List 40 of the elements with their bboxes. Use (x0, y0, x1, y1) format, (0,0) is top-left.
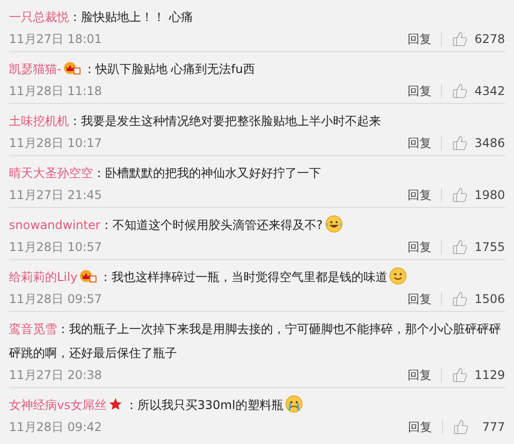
comment-text: 给莉莉的Lily ：我也这样摔碎过一瓶，当时觉得空气里都是钱的味道 (9, 265, 505, 289)
like-count: 1506 (474, 291, 505, 308)
like-icon[interactable] (452, 367, 468, 383)
comment-text: 一只总裁悦：脸快贴地上！！ 心痛 (9, 9, 194, 26)
reply-button[interactable]: 回复 (407, 134, 432, 152)
comment-text: 晴天大圣孙空空：卧槽默默的把我的神仙水又好好拧了一下 (9, 165, 322, 182)
comment-text: 女神经病vs女屌丝 ：所以我只买330ml的塑料瓶 (9, 393, 505, 417)
reply-button[interactable]: 回复 (407, 186, 432, 204)
comment-text: 土味挖机机：我要是发生这种情况绝对要把整张脸贴地上半小时不起来 (9, 113, 382, 130)
comment-text: 凯瑟猫猫- ：快趴下脸贴地 心痛到无法fu西 (9, 59, 256, 78)
reply-button[interactable]: 回复 (407, 238, 432, 256)
like-icon[interactable] (453, 419, 469, 435)
like-count: 777 (481, 419, 505, 436)
like-count: 1980 (474, 187, 505, 204)
comment-date: 11月28日 09:57 (9, 291, 102, 308)
comment-date: 11月27日 18:01 (9, 31, 102, 48)
like-count: 1129 (474, 367, 505, 384)
like-count: 4342 (474, 83, 505, 100)
like-icon[interactable] (452, 187, 468, 203)
comment-date: 11月28日 10:17 (9, 135, 102, 152)
like-icon[interactable] (452, 291, 468, 307)
comment-date: 11月27日 21:45 (9, 187, 102, 204)
like-icon[interactable] (452, 83, 468, 99)
comment-date: 11月28日 09:42 (9, 419, 102, 436)
reply-button[interactable]: 回复 (407, 290, 432, 308)
like-count: 6278 (474, 31, 505, 48)
comment-date: 11月27日 20:38 (9, 367, 102, 384)
reply-button[interactable]: 回复 (407, 30, 432, 48)
like-count: 3486 (474, 135, 505, 152)
comment-text: 鸾音觅雪：我的瓶子上一次掉下来我是用脚去接的，宁可砸脚也不能摔碎，那个小心脏砰砰砰砰跳的啊，还好最后保住了瓶子 (9, 321, 502, 362)
reply-button[interactable]: 回复 (407, 366, 432, 384)
like-count: 1755 (474, 239, 505, 256)
like-icon[interactable] (452, 135, 468, 151)
reply-button[interactable]: 回复 (408, 418, 432, 436)
comment-date: 11月28日 10:57 (9, 239, 102, 256)
comment-text: snowandwinter：不知道这个时候用胶头滴管还来得及不? (9, 213, 505, 237)
comment-date: 11月28日 11:18 (9, 83, 102, 100)
like-icon[interactable] (452, 239, 468, 255)
reply-button[interactable]: 回复 (407, 82, 432, 100)
like-icon[interactable] (452, 31, 468, 47)
